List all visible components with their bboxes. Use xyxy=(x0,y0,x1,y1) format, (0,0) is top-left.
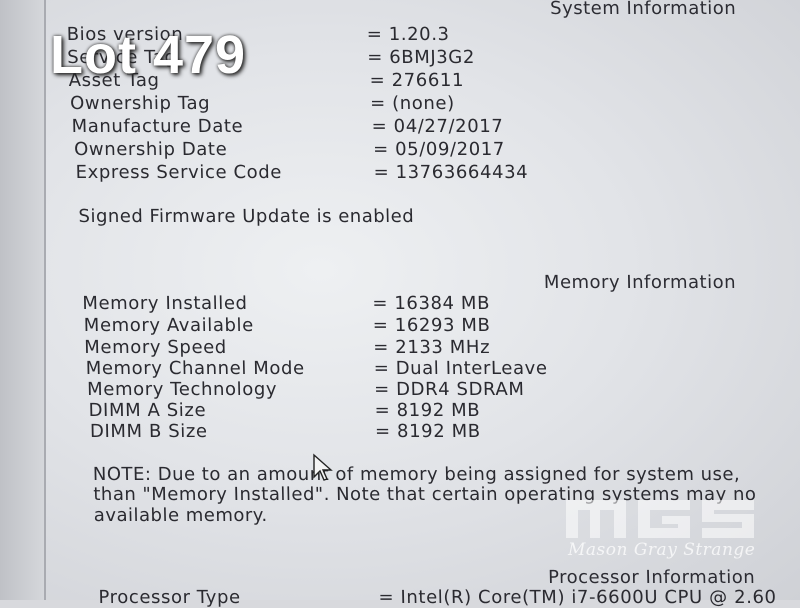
sysinfo-value: = 13763664434 xyxy=(373,162,529,183)
sysinfo-label: Manufacture Date xyxy=(71,116,244,137)
meminfo-label: Memory Speed xyxy=(84,337,228,358)
procinfo-value: = Intel(R) Core(TM) i7-6600U CPU @ 2.60 xyxy=(378,587,777,608)
left-sidebar-edge xyxy=(0,0,46,600)
sysinfo-value: = (none) xyxy=(369,93,455,114)
meminfo-value: = 8192 MB xyxy=(374,421,481,442)
sysinfo-value: = 6BMJ3G2 xyxy=(366,47,476,68)
sysinfo-value: = 1.20.3 xyxy=(366,24,450,45)
memory-note-line: NOTE: Due to an amount of memory being a… xyxy=(92,464,741,485)
sysinfo-label: Express Service Code xyxy=(75,162,283,183)
meminfo-value: = 2133 MHz xyxy=(373,337,491,358)
meminfo-label: Memory Channel Mode xyxy=(85,358,305,379)
sysinfo-label: Ownership Tag xyxy=(69,93,211,114)
memory-information-heading: Memory Information xyxy=(543,272,737,293)
processor-information-heading: Processor Information xyxy=(547,567,756,588)
meminfo-value: = Dual InterLeave xyxy=(373,358,548,379)
watermark-text: Mason Gray Strange xyxy=(568,540,756,560)
memory-note-line: available memory. xyxy=(93,505,268,526)
meminfo-value: = 8192 MB xyxy=(374,400,481,421)
meminfo-value: = 16384 MB xyxy=(372,293,491,314)
sysinfo-value: = 04/27/2017 xyxy=(371,116,504,137)
sysinfo-value: = 276611 xyxy=(369,70,465,91)
firmware-status-text: Signed Firmware Update is enabled xyxy=(78,206,415,227)
meminfo-value: = DDR4 SDRAM xyxy=(373,379,525,400)
sysinfo-label: Ownership Date xyxy=(73,139,228,160)
system-information-heading: System Information xyxy=(549,0,737,19)
meminfo-value: = 16293 MB xyxy=(372,315,491,336)
mouse-pointer-icon xyxy=(313,453,333,481)
meminfo-label: Memory Installed xyxy=(82,293,248,314)
sysinfo-value: = 05/09/2017 xyxy=(372,139,506,160)
procinfo-label: Processor Type xyxy=(98,587,241,608)
meminfo-label: DIMM A Size xyxy=(88,400,207,421)
meminfo-label: Memory Available xyxy=(83,315,255,336)
lot-number-overlay: Lot 479 xyxy=(50,25,247,85)
meminfo-label: DIMM B Size xyxy=(89,421,208,442)
meminfo-label: Memory Technology xyxy=(86,379,278,400)
